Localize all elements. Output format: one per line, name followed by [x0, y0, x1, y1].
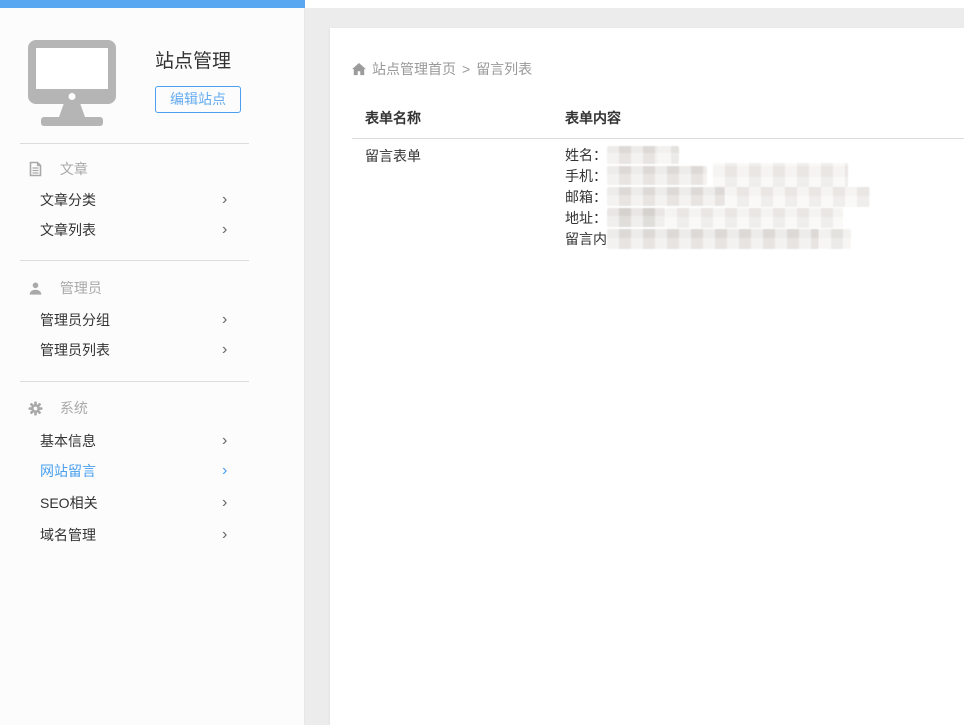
sidebar-section-label: 文章	[60, 161, 88, 177]
table-header-form-name: 表单名称	[365, 108, 421, 128]
chevron-right-icon: ›	[222, 493, 227, 512]
redacted-value	[713, 163, 848, 188]
redacted-value	[607, 229, 819, 249]
divider	[20, 381, 249, 382]
field-line-message: 留言内	[565, 229, 870, 250]
sidebar: 站点管理 编辑站点 文章 文章分类 › 文章列表 › 管理员 管理员分组 › 管…	[0, 8, 305, 725]
redacted-value	[659, 146, 679, 164]
redacted-value	[725, 187, 870, 207]
content-panel: 站点管理首页 > 留言列表 表单名称 表单内容 留言表单 姓名： 手机： 邮箱： 地…	[330, 28, 964, 725]
breadcrumb-current: 留言列表	[476, 61, 532, 77]
page-title: 站点管理	[155, 46, 231, 73]
breadcrumb: 站点管理首页 > 留言列表	[352, 59, 532, 79]
main-area: 站点管理首页 > 留言列表 表单名称 表单内容 留言表单 姓名： 手机： 邮箱： 地…	[305, 8, 964, 725]
breadcrumb-separator: >	[462, 61, 470, 77]
sidebar-item-seo[interactable]: SEO相关 ›	[40, 493, 250, 513]
redacted-value	[665, 208, 843, 228]
field-line-phone: 手机：	[565, 166, 870, 187]
sidebar-item-article-category[interactable]: 文章分类 ›	[40, 190, 250, 210]
gear-icon	[28, 401, 43, 421]
sidebar-item-admin-group[interactable]: 管理员分组 ›	[40, 310, 250, 330]
chevron-right-icon: ›	[222, 525, 227, 544]
table-header-form-content: 表单内容	[565, 108, 621, 128]
sidebar-item-article-list[interactable]: 文章列表 ›	[40, 220, 250, 240]
chevron-right-icon: ›	[222, 220, 227, 239]
redacted-value	[607, 166, 707, 185]
sidebar-section-label: 系统	[60, 400, 88, 416]
chevron-right-icon: ›	[222, 310, 227, 329]
sidebar-section-system: 系统	[28, 398, 88, 418]
chevron-right-icon: ›	[222, 431, 227, 450]
sidebar-item-label: 域名管理	[40, 527, 96, 543]
redacted-value	[607, 146, 659, 164]
redacted-value	[819, 229, 851, 249]
redacted-value	[607, 187, 725, 206]
sidebar-item-label: 管理员列表	[40, 342, 110, 358]
admin-icon	[28, 281, 43, 301]
field-label: 姓名：	[565, 147, 607, 163]
sidebar-item-basic-info[interactable]: 基本信息 ›	[40, 431, 250, 451]
sidebar-item-domain[interactable]: 域名管理 ›	[40, 525, 250, 545]
sidebar-item-label: SEO相关	[40, 495, 98, 511]
breadcrumb-home-link[interactable]: 站点管理首页	[372, 61, 456, 77]
sidebar-item-label: 文章分类	[40, 192, 96, 208]
sidebar-item-label: 管理员分组	[40, 312, 110, 328]
table-header-divider	[352, 138, 964, 139]
topbar-accent	[0, 0, 305, 8]
sidebar-section-label: 管理员	[60, 280, 102, 296]
monitor-icon	[28, 38, 116, 130]
field-line-address: 地址：	[565, 208, 870, 229]
sidebar-item-label: 基本信息	[40, 433, 96, 449]
edit-site-button[interactable]: 编辑站点	[155, 86, 241, 113]
sidebar-section-article: 文章	[28, 159, 88, 179]
divider	[20, 260, 249, 261]
sidebar-item-site-messages[interactable]: 网站留言 ›	[40, 461, 250, 481]
chevron-right-icon: ›	[222, 461, 227, 480]
field-line-email: 邮箱：	[565, 187, 870, 208]
home-icon	[352, 63, 366, 76]
field-label: 留言内	[565, 231, 607, 247]
sidebar-item-admin-list[interactable]: 管理员列表 ›	[40, 340, 250, 360]
article-icon	[28, 161, 43, 182]
field-label: 地址：	[565, 210, 607, 226]
sidebar-item-label: 文章列表	[40, 222, 96, 238]
sidebar-item-label: 网站留言	[40, 463, 96, 479]
table-row-content: 姓名： 手机： 邮箱： 地址： 留言内	[565, 145, 870, 250]
chevron-right-icon: ›	[222, 190, 227, 209]
sidebar-section-admin: 管理员	[28, 278, 102, 298]
chevron-right-icon: ›	[222, 340, 227, 359]
field-label: 邮箱：	[565, 189, 607, 205]
divider	[20, 143, 249, 144]
field-label: 手机：	[565, 168, 607, 184]
redacted-value	[607, 208, 665, 227]
table-row-name: 留言表单	[365, 146, 421, 166]
